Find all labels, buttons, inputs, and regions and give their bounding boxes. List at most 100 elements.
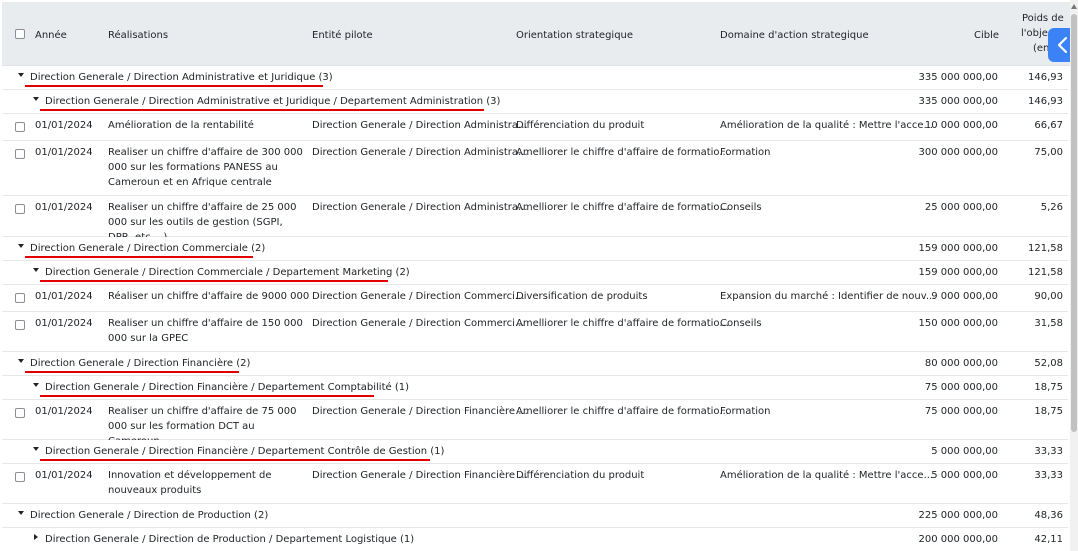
group-row-dept-comptabilite[interactable]: Direction Generale / Direction Financièr… [2, 376, 1068, 400]
cell-orientation: Amelliorer le chiffre d'affaire de forma… [516, 406, 729, 417]
caret-down-icon [18, 73, 24, 77]
cell-annee: 01/01/2024 [35, 291, 93, 302]
group-cible: 159 000 000,00 [918, 243, 998, 254]
caret-down-icon [33, 268, 39, 272]
cell-annee: 01/01/2024 [35, 120, 93, 131]
col-cible-header[interactable]: Cible [974, 30, 999, 41]
cell-domaine: Formation [720, 147, 771, 158]
group-poids: 146,93 [1028, 72, 1063, 83]
cell-cible: 10 000 000,00 [924, 120, 998, 131]
cell-entite: Direction Generale / Direction Financièr… [312, 406, 528, 417]
group-poids: 42,11 [1034, 534, 1063, 545]
cell-poids: 5,26 [1040, 202, 1063, 213]
col-domaine-header[interactable]: Domaine d'action strategique [720, 30, 869, 41]
col-poids-header-line1[interactable]: Poids de [1022, 13, 1064, 24]
cell-realisation: Innovation et développement de nouveaux … [108, 470, 272, 496]
row-checkbox[interactable] [15, 408, 25, 418]
cell-poids: 33,33 [1034, 470, 1063, 481]
red-underline [40, 109, 484, 111]
cell-entite: Direction Generale / Direction Commerci.… [312, 318, 525, 329]
col-poids-header-line2[interactable]: l'obje [1021, 28, 1048, 39]
caret-down-icon [18, 244, 24, 248]
cell-realisation: Réaliser un chiffre d'affaire de 9000 00… [108, 291, 310, 302]
scrollbar-thumb[interactable] [1071, 14, 1077, 432]
group-cible: 200 000 000,00 [918, 534, 998, 545]
group-label: Direction Generale / Direction Administr… [30, 72, 333, 83]
red-underline [25, 371, 239, 373]
cell-entite: Direction Generale / Direction Administr… [312, 202, 528, 213]
row-checkbox[interactable] [15, 472, 25, 482]
red-underline [25, 256, 253, 258]
scroll-up-arrow-icon[interactable] [1071, 4, 1077, 9]
cell-realisation: Realiser un chiffre d'affaire de 150 000… [108, 318, 303, 344]
table-header: Année Réalisations Entité pilote Orienta… [2, 2, 1070, 66]
group-label: Direction Generale / Direction Commercia… [30, 243, 266, 254]
cell-orientation: Diversification de produits [516, 291, 648, 302]
cell-cible: 150 000 000,00 [918, 318, 998, 329]
group-row-dept-administration[interactable]: Direction Generale / Direction Administr… [2, 90, 1068, 114]
cell-realisation: Realiser un chiffre d'affaire de 300 000… [108, 147, 303, 188]
select-all-checkbox[interactable] [15, 29, 25, 39]
cell-cible: 9 000 000,00 [931, 291, 998, 302]
caret-down-icon [33, 97, 39, 101]
table-row[interactable]: 01/01/2024 Amélioration de la rentabilit… [2, 114, 1068, 141]
group-cible: 335 000 000,00 [918, 96, 998, 107]
red-underline [40, 280, 388, 282]
row-checkbox[interactable] [15, 293, 25, 303]
col-realisations-header[interactable]: Réalisations [108, 30, 168, 41]
group-row-dept-controle-gestion[interactable]: Direction Generale / Direction Financièr… [2, 440, 1068, 464]
vertical-scrollbar[interactable] [1070, 0, 1078, 551]
cell-cible: 300 000 000,00 [918, 147, 998, 158]
group-row-dept-logistique[interactable]: Direction Generale / Direction de Produc… [2, 528, 1068, 551]
caret-down-icon [18, 359, 24, 363]
cell-cible: 25 000 000,00 [924, 202, 998, 213]
chevron-left-icon [1057, 36, 1068, 54]
cell-orientation: Amelliorer le chiffre d'affaire de forma… [516, 202, 729, 213]
col-annee-header[interactable]: Année [35, 30, 67, 41]
group-label: Direction Generale / Direction Commercia… [45, 267, 410, 278]
objectives-table: Année Réalisations Entité pilote Orienta… [0, 0, 1070, 551]
cell-annee: 01/01/2024 [35, 202, 93, 213]
row-checkbox[interactable] [15, 149, 25, 159]
group-row-dir-admin[interactable]: Direction Generale / Direction Administr… [2, 66, 1068, 90]
caret-down-icon [33, 383, 39, 387]
caret-right-icon [34, 534, 38, 540]
group-poids: 52,08 [1034, 358, 1063, 369]
group-row-dir-production[interactable]: Direction Generale / Direction de Produc… [2, 504, 1068, 528]
group-poids: 48,36 [1034, 510, 1063, 521]
cell-entite: Direction Generale / Direction Administr… [312, 120, 528, 131]
cell-domaine: Formation [720, 406, 771, 417]
group-poids: 121,58 [1028, 267, 1063, 278]
table-row[interactable]: 01/01/2024 Innovation et développement d… [2, 464, 1068, 504]
cell-poids: 18,75 [1034, 406, 1063, 417]
table-row[interactable]: 01/01/2024 Realiser un chiffre d'affaire… [2, 312, 1068, 352]
cell-poids: 66,67 [1034, 120, 1063, 131]
group-cible: 335 000 000,00 [918, 72, 998, 83]
group-row-dept-marketing[interactable]: Direction Generale / Direction Commercia… [2, 261, 1068, 285]
cell-poids: 90,00 [1034, 291, 1063, 302]
table-row[interactable]: 01/01/2024 Réaliser un chiffre d'affaire… [2, 285, 1068, 312]
table-row[interactable]: 01/01/2024 Realiser un chiffre d'affaire… [2, 400, 1068, 447]
cell-realisation: Amélioration de la rentabilité [108, 120, 254, 131]
group-row-dir-commerciale[interactable]: Direction Generale / Direction Commercia… [2, 237, 1068, 261]
col-orientation-header[interactable]: Orientation strategique [516, 30, 633, 41]
row-checkbox[interactable] [15, 122, 25, 132]
group-poids: 33,33 [1034, 446, 1063, 457]
group-row-dir-financiere[interactable]: Direction Generale / Direction Financièr… [2, 352, 1068, 376]
red-underline [25, 85, 323, 87]
col-poids-header-line3[interactable]: (en [1033, 43, 1049, 54]
group-cible: 225 000 000,00 [918, 510, 998, 521]
table-row[interactable]: 01/01/2024 Realiser un chiffre d'affaire… [2, 196, 1068, 243]
cell-poids: 75,00 [1034, 147, 1063, 158]
table-row[interactable]: 01/01/2024 Realiser un chiffre d'affaire… [2, 141, 1068, 196]
col-entite-header[interactable]: Entité pilote [312, 30, 373, 41]
caret-down-icon [18, 511, 24, 515]
red-underline [40, 395, 374, 397]
row-checkbox[interactable] [15, 320, 25, 330]
group-label: Direction Generale / Direction de Produc… [30, 510, 269, 521]
group-label: Direction Generale / Direction Financièr… [30, 358, 251, 369]
cell-domaine: Conseils [720, 318, 762, 329]
cell-entite: Direction Generale / Direction Financièr… [312, 470, 528, 481]
row-checkbox[interactable] [15, 204, 25, 214]
cell-annee: 01/01/2024 [35, 147, 93, 158]
